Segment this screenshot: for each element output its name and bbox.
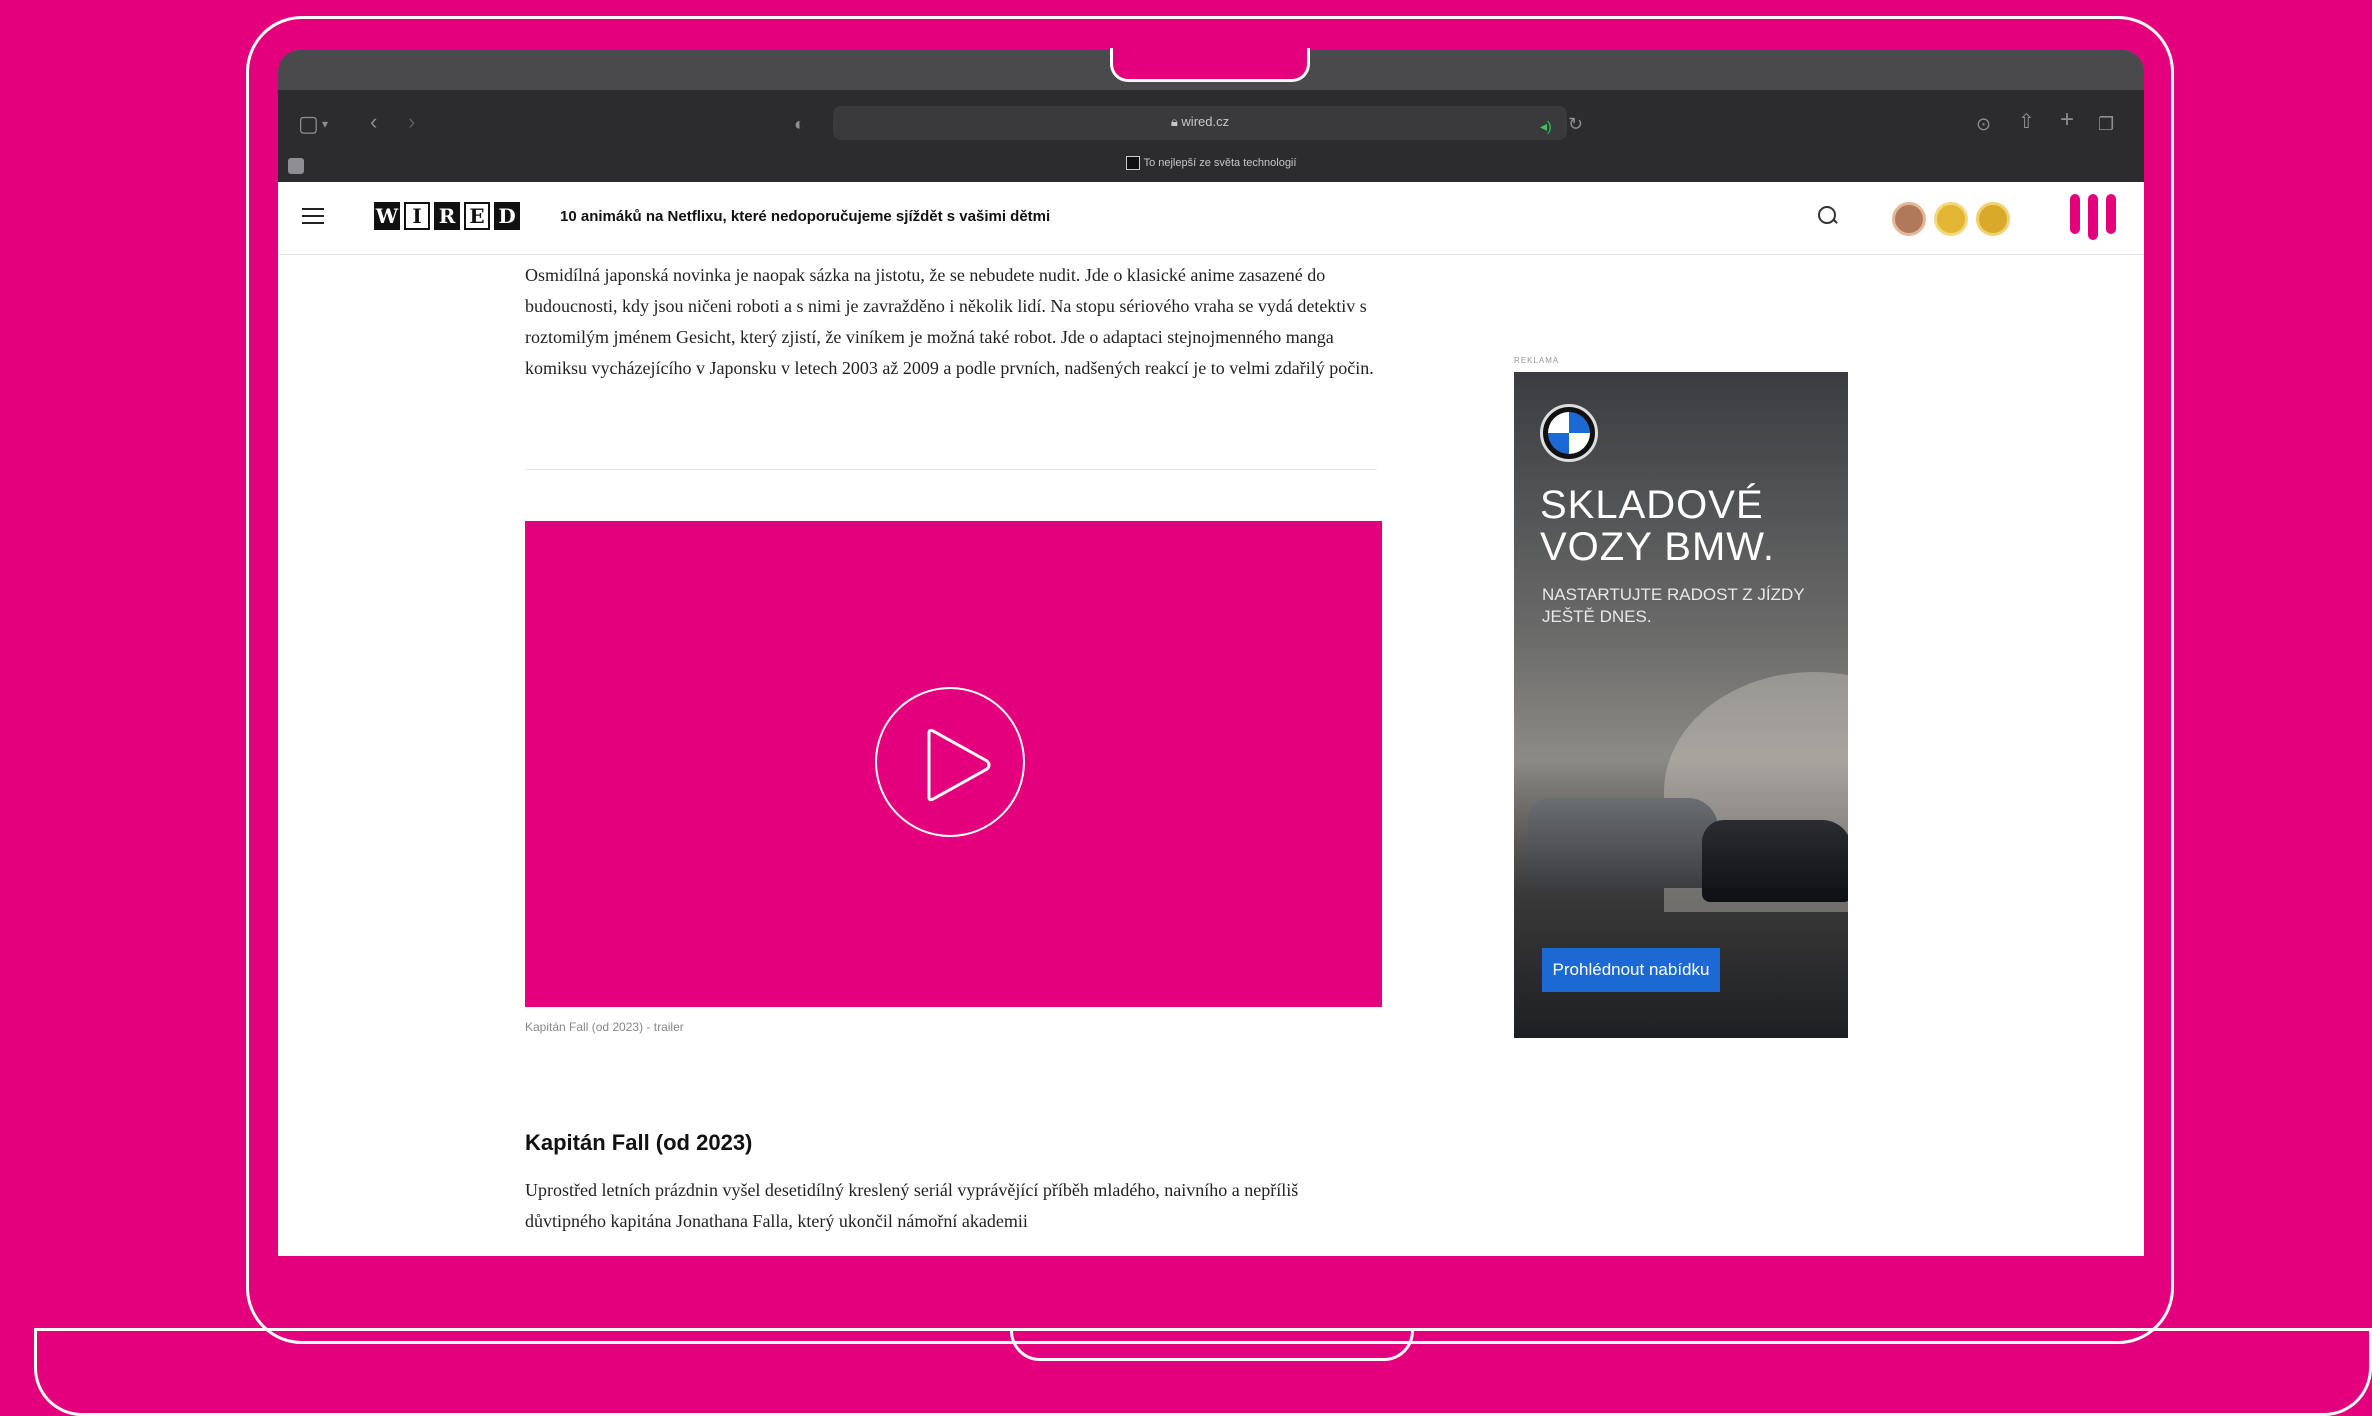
badge-icon[interactable] (1976, 202, 2010, 236)
url-text: wired.cz (1181, 114, 1230, 129)
site-header: W I R E D 10 animáků na Netflixu, které … (278, 182, 2144, 255)
active-tab[interactable]: To nejlepší ze světa technologií (278, 156, 2144, 170)
logo-letter: R (434, 202, 460, 230)
wired-favicon-icon (1125, 156, 1140, 170)
logo-letter: D (494, 202, 520, 230)
video-caption: Kapitán Fall (od 2023) - trailer (525, 1020, 684, 1034)
bmw-logo-icon (1540, 404, 1598, 462)
tabs-icon[interactable]: ❐ (2098, 112, 2114, 136)
shield-icon[interactable]: ◐ (794, 112, 805, 136)
ad-cta-button[interactable]: Prohlédnout nabídku (1542, 948, 1720, 992)
ad-subline: NASTARTUJTE RADOST Z JÍZDY JEŠTĚ DNES. (1542, 585, 1805, 626)
logo-letter: W (374, 202, 400, 230)
forward-icon[interactable]: › (408, 110, 415, 134)
header-article-title: 10 animáků na Netflixu, které nedoporuču… (560, 208, 1051, 225)
back-icon[interactable]: ‹ (370, 110, 377, 134)
lock-icon: 🔒︎ (1170, 114, 1182, 129)
article-body-2: Uprostřed letních prázdnin vyšel desetid… (525, 1175, 1377, 1237)
sound-icon[interactable]: ◂) (1540, 114, 1552, 138)
reload-icon[interactable]: ↻ (1568, 112, 1583, 136)
ad-headline: SKLADOVÉ VOZY BMW. (1540, 483, 1775, 569)
car-image (1702, 820, 1848, 902)
section-heading: Kapitán Fall (od 2023) (525, 1130, 753, 1155)
car-image (1528, 798, 1718, 888)
brand-logo-icon[interactable] (2068, 194, 2120, 242)
search-icon[interactable] (1818, 206, 1836, 224)
share-icon[interactable]: ⇧ (2018, 110, 2035, 134)
bmw-ad-banner[interactable]: SKLADOVÉ VOZY BMW. NASTARTUJTE RADOST Z … (1514, 372, 1848, 1038)
badge-icon[interactable] (1892, 202, 1926, 236)
badge-icon[interactable] (1934, 202, 1968, 236)
download-icon[interactable]: ⊙ (1976, 112, 1991, 136)
camera-notch (1110, 48, 1310, 82)
article-body: Osmidílná japonská novinka je naopak sáz… (525, 260, 1377, 384)
wired-logo[interactable]: W I R E D (374, 202, 520, 230)
logo-letter: E (464, 202, 490, 230)
sidebar-icon[interactable]: ▢ (298, 112, 319, 136)
play-icon (927, 728, 991, 802)
article-paragraph: Uprostřed letních prázdnin vyšel desetid… (525, 1180, 1299, 1231)
plus-icon[interactable]: + (2060, 108, 2074, 132)
hamburger-menu-icon[interactable] (302, 208, 324, 224)
video-player[interactable] (525, 521, 1382, 1007)
play-button[interactable] (875, 687, 1025, 837)
partner-badges (1892, 202, 2010, 236)
article-paragraph: Osmidílná japonská novinka je naopak sáz… (525, 265, 1374, 378)
logo-letter: I (404, 202, 430, 230)
chevron-down-icon[interactable]: ▾ (322, 112, 328, 136)
laptop-screen: ▢ ▾ ‹ › ◐ 🔒︎ wired.cz ◂) ↻ ⊙ ⇧ + ❐ To ne… (278, 50, 2144, 1256)
ad-label: REKLAMA (1514, 356, 1560, 365)
tab-title: To nejlepší ze světa technologií (1143, 156, 1297, 169)
address-bar[interactable]: 🔒︎ wired.cz (833, 106, 1567, 140)
section-divider (525, 469, 1377, 470)
laptop-base-notch (1010, 1331, 1414, 1361)
